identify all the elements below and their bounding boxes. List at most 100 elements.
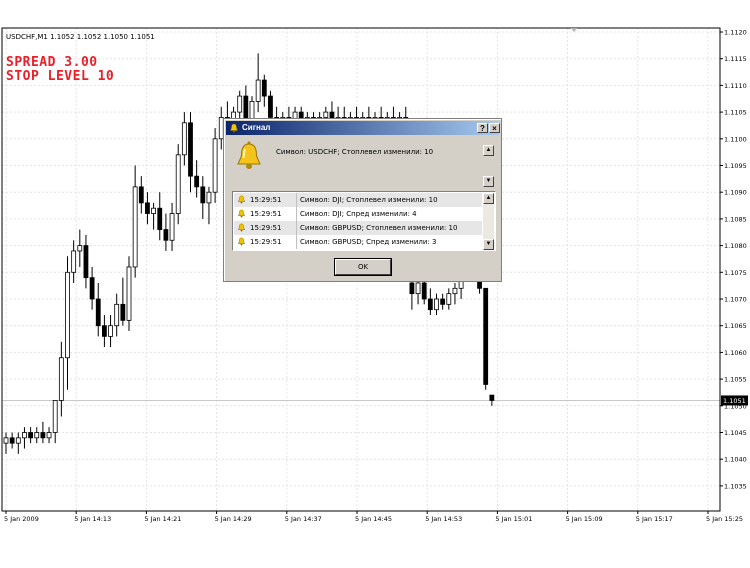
candle-body	[3, 437, 9, 444]
x-tick-label: 5 Jan 14:53	[425, 515, 462, 523]
dialog-title: Сигнал	[242, 123, 271, 132]
candle	[440, 293, 446, 310]
candle-body	[89, 277, 95, 300]
bell-icon	[238, 209, 245, 218]
y-tick-label: 1.1100	[724, 135, 747, 143]
candle	[157, 192, 163, 241]
candle-body	[9, 437, 15, 444]
candle	[40, 421, 46, 444]
candle	[46, 427, 52, 444]
candle-body	[434, 298, 439, 311]
candle	[175, 144, 181, 225]
y-tick-label: 1.1080	[724, 242, 747, 250]
candle	[126, 256, 132, 332]
alert-text: Символ: GBPUSD; Стоплевел изменили: 10	[300, 224, 458, 232]
alert-text: Символ: DJI; Стоплевел изменили: 10	[300, 196, 438, 204]
bell-icon	[238, 237, 245, 246]
column-divider	[296, 221, 297, 235]
x-tick-label: 5 Jan 15:25	[706, 515, 743, 523]
candle-body	[261, 79, 267, 97]
candle-body	[181, 122, 187, 156]
list-item[interactable]: 15:29:51 Символ: DJI; Спред изменили: 4	[234, 207, 482, 221]
x-tick-label: 5 Jan 14:37	[285, 515, 322, 523]
scroll-up-icon[interactable]: ▲	[483, 145, 494, 156]
candle	[77, 229, 83, 267]
scroll-down-icon[interactable]: ▼	[483, 239, 494, 250]
candle	[483, 287, 489, 390]
close-button[interactable]: ×	[489, 123, 500, 133]
candle-body	[138, 186, 144, 204]
candle	[34, 427, 40, 444]
candle	[102, 315, 107, 348]
alert-dialog: Сигнал ? × Символ: USDCHF; Стоплевел изм…	[223, 118, 502, 282]
candle	[255, 53, 261, 113]
candle	[3, 432, 9, 454]
candle	[200, 176, 206, 219]
alert-text: Символ: DJI; Спред изменили: 4	[300, 210, 417, 218]
y-tick-label: 1.1095	[724, 162, 747, 170]
bell-icon	[230, 123, 238, 133]
candle	[261, 74, 267, 107]
candle	[489, 394, 495, 406]
candle-body	[188, 122, 193, 177]
candle-body	[452, 287, 458, 295]
y-tick-label: 1.1045	[724, 429, 747, 437]
candle-body	[46, 432, 52, 439]
candle-body	[194, 175, 200, 188]
candle-body	[52, 400, 58, 433]
x-tick-label: 5 Jan 15:17	[636, 515, 673, 523]
message-scrollbar[interactable]: ▲ ▼	[483, 145, 494, 187]
candle-body	[114, 303, 120, 327]
candle	[15, 432, 21, 454]
bell-icon	[238, 223, 245, 232]
candle	[446, 288, 452, 310]
list-item[interactable]: 15:29:51 Символ: GBPUSD; Стоплевел измен…	[234, 221, 482, 235]
candle	[452, 282, 458, 305]
candle	[434, 293, 439, 316]
stop-level-label: STOP LEVEL 10	[6, 69, 115, 84]
candle	[427, 288, 433, 316]
y-tick-label: 1.1110	[724, 82, 747, 90]
alert-time: 15:29:51	[250, 224, 282, 232]
candle	[95, 282, 101, 337]
candle	[65, 256, 70, 390]
scroll-up-icon[interactable]: ▲	[483, 193, 494, 204]
alert-history-list[interactable]: 15:29:51 Символ: DJI; Стоплевел изменили…	[232, 191, 496, 251]
candle-body	[145, 202, 150, 214]
alert-time: 15:29:51	[250, 238, 282, 246]
candle-body	[483, 287, 489, 385]
x-tick-label: 5 Jan 15:01	[495, 515, 532, 523]
candle-body	[102, 325, 107, 337]
ok-button[interactable]: OK	[334, 258, 392, 276]
candle-body	[65, 271, 70, 359]
candle	[212, 128, 218, 203]
candle	[52, 400, 58, 444]
list-scrollbar[interactable]: ▲ ▼	[483, 193, 494, 250]
y-tick-label: 1.1120	[724, 29, 747, 37]
y-tick-label: 1.1075	[724, 269, 747, 277]
column-divider	[296, 207, 297, 221]
candle	[181, 112, 187, 166]
candle-body	[34, 432, 40, 439]
x-tick-label: 5 Jan 14:45	[355, 515, 392, 523]
column-divider	[296, 193, 297, 207]
y-tick-label: 1.1035	[724, 482, 747, 490]
shift-marker-icon	[571, 28, 577, 32]
candle-body	[446, 293, 452, 305]
x-tick-label: 5 Jan 14:21	[144, 515, 181, 523]
y-tick-label: 1.1105	[724, 109, 747, 117]
dialog-title-bar[interactable]: Сигнал ? ×	[226, 121, 500, 135]
candle-body	[157, 207, 163, 230]
x-tick-label: 5 Jan 14:13	[74, 515, 111, 523]
candle-body	[440, 298, 446, 305]
list-item[interactable]: 15:29:51 Символ: DJI; Стоплевел изменили…	[234, 193, 482, 207]
candle-body	[212, 138, 218, 193]
y-tick-label: 1.1040	[724, 456, 747, 464]
scroll-down-icon[interactable]: ▼	[483, 176, 494, 187]
help-button[interactable]: ?	[477, 123, 488, 133]
candle	[138, 176, 144, 214]
candle-body	[28, 432, 34, 439]
candle-body	[40, 432, 46, 439]
y-tick-label: 1.1070	[724, 296, 747, 304]
list-item[interactable]: 15:29:51 Символ: GBPUSD; Спред изменили:…	[234, 235, 482, 249]
